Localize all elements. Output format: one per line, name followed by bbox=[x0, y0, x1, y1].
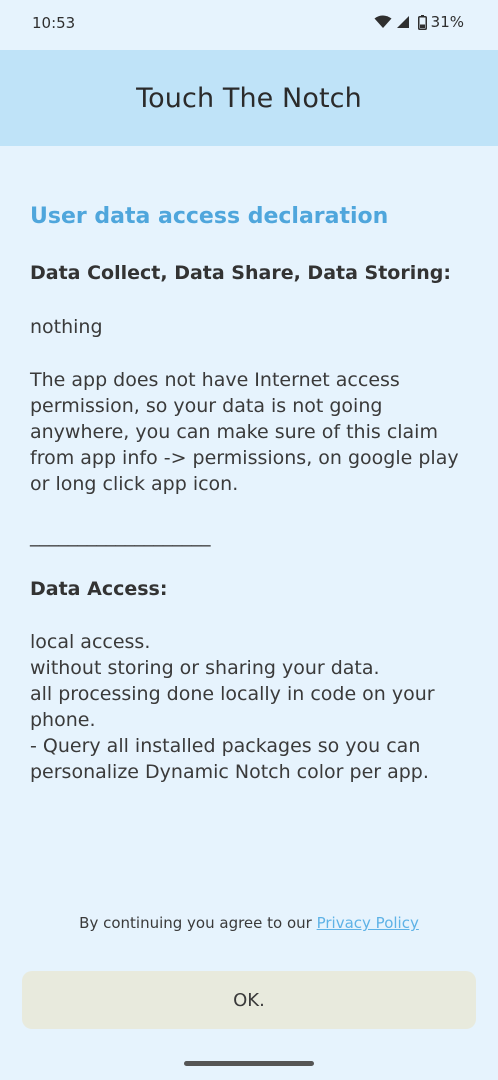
status-time: 10:53 bbox=[32, 14, 76, 32]
battery-icon bbox=[417, 14, 427, 30]
declaration-content: User data access declaration Data Collec… bbox=[30, 200, 475, 785]
access-heading: Data Access: bbox=[30, 578, 168, 600]
status-icons: 31% bbox=[374, 13, 464, 31]
collect-value: nothing bbox=[30, 316, 103, 338]
gesture-nav-handle[interactable] bbox=[184, 1061, 314, 1066]
cellular-signal-icon bbox=[396, 15, 410, 29]
privacy-policy-link[interactable]: Privacy Policy bbox=[317, 914, 419, 932]
privacy-agreement: By continuing you agree to our Privacy P… bbox=[0, 914, 498, 932]
status-bar: 10:53 31% bbox=[0, 0, 498, 50]
wifi-icon bbox=[374, 15, 392, 29]
divider-line: ___________________ bbox=[30, 525, 211, 547]
battery-percent: 31% bbox=[430, 13, 464, 31]
ok-button[interactable]: OK. bbox=[22, 971, 476, 1029]
collect-heading: Data Collect, Data Share, Data Storing: bbox=[30, 262, 451, 284]
agree-text: By continuing you agree to our bbox=[79, 914, 317, 932]
app-bar: Touch The Notch bbox=[0, 50, 498, 146]
access-body: local access. without storing or sharing… bbox=[30, 631, 435, 783]
collect-body: The app does not have Internet access pe… bbox=[30, 369, 459, 495]
section-title: User data access declaration bbox=[30, 204, 389, 229]
app-title: Touch The Notch bbox=[136, 82, 362, 114]
